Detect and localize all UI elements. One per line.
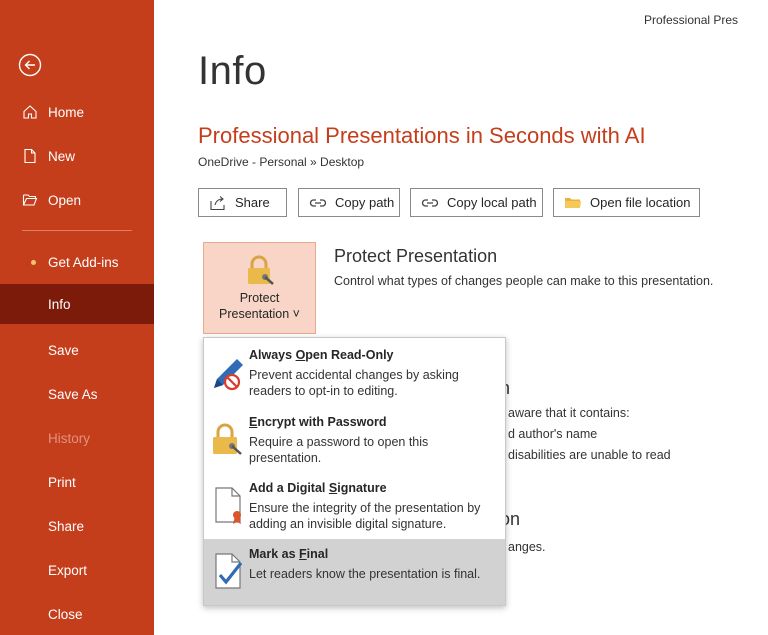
backstage-sidebar: Home New Open Get Add-ins Info Save Save… <box>0 0 154 635</box>
breadcrumb: OneDrive - Personal » Desktop <box>198 155 365 169</box>
sidebar-item-label: Home <box>48 104 85 120</box>
protect-presentation-button[interactable]: Protect Presentation ˅ <box>203 242 316 334</box>
open-file-location-button[interactable]: Open file location <box>553 188 700 217</box>
sidebar-item-save-as[interactable]: Save As <box>0 374 154 414</box>
sidebar-item-print[interactable]: Print <box>0 462 154 502</box>
sidebar-item-label: Info <box>48 296 71 312</box>
menu-item-description: Require a password to open this presenta… <box>249 435 429 465</box>
lock-key-icon <box>213 423 242 455</box>
sidebar-item-label: Save As <box>48 386 98 402</box>
protect-section-description: Control what types of changes people can… <box>334 274 714 288</box>
inspect-line-2: d author's name <box>508 427 598 441</box>
sidebar-item-export[interactable]: Export <box>0 550 154 590</box>
sidebar-item-history: History <box>0 418 154 458</box>
share-icon <box>210 195 225 210</box>
sidebar-divider <box>22 230 132 231</box>
share-button-label: Share <box>235 195 270 210</box>
menu-item-mark-as-final[interactable]: Mark as Final Let readers know the prese… <box>204 539 505 605</box>
sidebar-item-label: History <box>48 430 91 446</box>
menu-item-description: Ensure the integrity of the presentation… <box>249 501 481 531</box>
copy-local-path-label: Copy local path <box>447 195 537 210</box>
sidebar-item-share[interactable]: Share <box>0 506 154 546</box>
protect-tile-label-2: Presentation ˅ <box>219 307 300 321</box>
menu-item-description: Prevent accidental changes by asking rea… <box>249 368 459 398</box>
sidebar-item-close[interactable]: Close <box>0 594 154 634</box>
copy-path-button[interactable]: Copy path <box>298 188 400 217</box>
sidebar-item-label: Close <box>48 606 83 622</box>
sidebar-item-label: New <box>48 148 76 164</box>
home-icon <box>23 105 37 119</box>
sidebar-item-label: Save <box>48 342 79 358</box>
folder-open-icon <box>22 194 38 206</box>
sidebar-item-info[interactable]: Info <box>0 284 154 324</box>
sidebar-item-get-add-ins[interactable]: Get Add-ins <box>0 242 154 282</box>
menu-item-always-open-read-only[interactable]: Always Open Read-Only Prevent accidental… <box>204 340 505 406</box>
menu-item-description: Let readers know the presentation is fin… <box>249 567 481 581</box>
folder-icon <box>565 197 581 208</box>
sidebar-item-label: Share <box>48 518 85 534</box>
sidebar-item-home[interactable]: Home <box>0 92 154 132</box>
sidebar-item-label: Get Add-ins <box>48 254 119 270</box>
open-file-location-label: Open file location <box>590 195 691 210</box>
menu-item-title: Add a Digital Signature <box>249 481 387 495</box>
menu-item-add-digital-signature[interactable]: Add a Digital Signature Ensure the integ… <box>204 473 505 539</box>
protect-presentation-menu: Always Open Read-Only Prevent accidental… <box>203 337 506 606</box>
new-feature-dot-icon <box>31 260 36 265</box>
menu-item-encrypt-with-password[interactable]: Encrypt with Password Require a password… <box>204 407 505 473</box>
sidebar-item-label: Open <box>48 192 82 208</box>
link-icon <box>309 198 327 207</box>
page-title: Info <box>198 49 267 93</box>
copy-local-path-button[interactable]: Copy local path <box>410 188 543 217</box>
new-document-icon <box>24 148 36 164</box>
document-title: Professional Presentations in Seconds wi… <box>198 123 646 148</box>
protect-section-title: Protect Presentation <box>334 246 498 266</box>
sidebar-item-save[interactable]: Save <box>0 330 154 370</box>
window-title: Professional Pres <box>644 13 739 27</box>
digital-signature-icon <box>215 487 241 524</box>
pencil-no-edit-icon <box>214 359 243 391</box>
share-button[interactable]: Share <box>198 188 287 217</box>
copy-path-label: Copy path <box>335 195 395 210</box>
inspect-line-1: aware that it contains: <box>508 406 630 420</box>
inspect-line-3: disabilities are unable to read <box>508 448 671 462</box>
back-arrow-icon[interactable] <box>18 53 42 77</box>
sidebar-item-new[interactable]: New <box>0 136 154 176</box>
versions-line-1: anges. <box>508 540 546 554</box>
menu-item-title: Mark as Final <box>249 547 329 561</box>
sidebar-item-open[interactable]: Open <box>0 180 154 220</box>
menu-item-title: Always Open Read-Only <box>249 348 394 362</box>
menu-item-title: Encrypt with Password <box>249 415 387 429</box>
sidebar-item-label: Export <box>48 562 88 578</box>
sidebar-item-label: Print <box>48 474 76 490</box>
mark-final-icon <box>215 553 243 589</box>
lock-key-icon <box>248 255 274 285</box>
protect-tile-label-1: Protect <box>239 291 280 305</box>
link-icon <box>421 198 439 207</box>
